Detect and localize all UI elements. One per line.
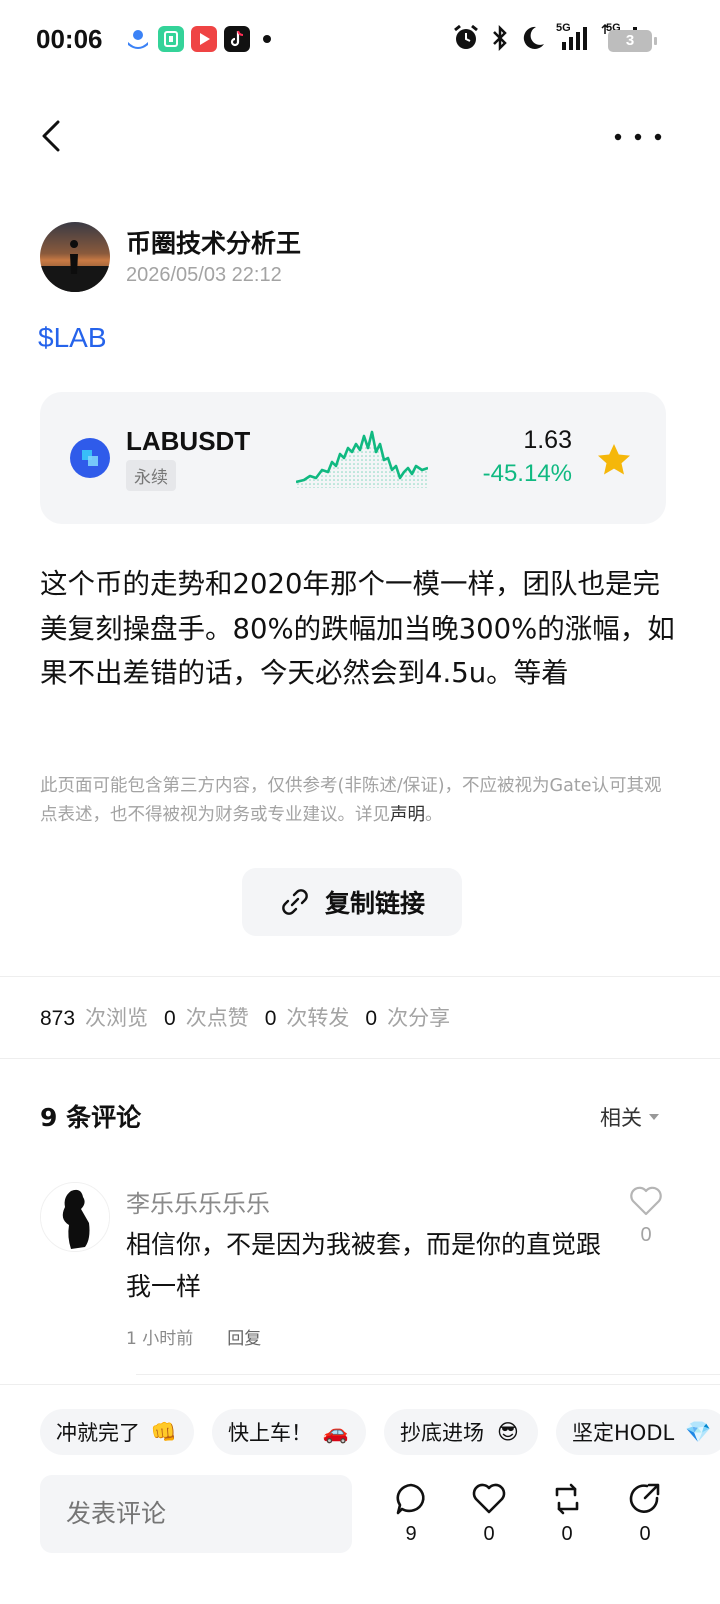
car-emoji-icon: 🚗: [322, 1419, 350, 1444]
post-coin-tag[interactable]: $LAB: [38, 322, 107, 354]
repost-action-button[interactable]: 0: [542, 1481, 592, 1546]
comments-sort-dropdown[interactable]: 相关: [600, 1102, 660, 1132]
shares-count: 0: [365, 1007, 378, 1030]
share-count: 0: [639, 1523, 651, 1545]
share-action-button[interactable]: 0: [620, 1481, 670, 1546]
like-count: 0: [483, 1523, 495, 1545]
notification-icons: [125, 26, 271, 52]
comments-title: 9 条评论: [40, 1103, 142, 1132]
bluetooth-icon: [493, 24, 507, 52]
tiktok-notification-icon: [224, 26, 250, 52]
quick-reply-chip[interactable]: 抄底进场 😎: [384, 1409, 538, 1455]
disclaimer-end: 。: [425, 805, 443, 825]
quick-reply-chips: 冲就完了 👊 快上车！ 🚗 抄底进场 😎 坚定HODL 💎: [40, 1409, 720, 1455]
comment-count: 9: [405, 1523, 417, 1545]
copy-link-button[interactable]: 复制链接: [242, 868, 462, 936]
alarm-icon: [454, 24, 478, 49]
link-icon: [282, 889, 308, 915]
author-avatar[interactable]: [40, 222, 110, 292]
back-button[interactable]: [36, 116, 76, 156]
network-type-label-1: 5G: [556, 22, 571, 34]
signal-5g-1: 5G: [556, 22, 590, 52]
heart-outline-icon: [630, 1186, 662, 1216]
ticker-type-badge: 永续: [126, 460, 176, 491]
ticker-card[interactable]: LABUSDT 永续 1.63 -45.14%: [40, 392, 666, 524]
price-sparkline: [296, 430, 428, 488]
comment-bubble-icon: [396, 1483, 425, 1515]
chip-label: 快上车！: [228, 1421, 312, 1445]
sunglasses-emoji-icon: 😎: [497, 1420, 519, 1444]
divider: [0, 1058, 720, 1059]
status-time: 00:06: [36, 24, 103, 54]
favorite-button[interactable]: [596, 442, 632, 478]
comment-text: 相信你，不是因为我被套，而是你的直觉跟我一样: [126, 1230, 602, 1301]
disclaimer-link[interactable]: 声明: [390, 805, 425, 825]
post-timestamp: 2026/05/03 22:12: [126, 264, 282, 286]
disclaimer: 此页面可能包含第三方内容，仅供参考(非陈述/保证)，不应被视为Gate认可其观点…: [40, 772, 676, 830]
coin-logo-icon: [70, 438, 110, 478]
likes-label: 次点赞: [185, 1006, 249, 1030]
comment-like-count: 0: [640, 1224, 652, 1246]
like-action-button[interactable]: 0: [464, 1481, 514, 1546]
battery-indicator: 3: [608, 30, 657, 52]
comment-action-button[interactable]: 9: [386, 1481, 436, 1546]
quick-reply-chip[interactable]: 冲就完了 👊: [40, 1409, 194, 1455]
views-label: 次浏览: [85, 1006, 149, 1030]
views-count: 873: [40, 1007, 76, 1030]
star-icon: [598, 444, 630, 475]
disclaimer-text: 此页面可能包含第三方内容，仅供参考(非陈述/保证)，不应被视为Gate认可其观点…: [40, 776, 662, 825]
reply-button[interactable]: 回复: [227, 1324, 261, 1349]
gem-emoji-icon: 💎: [685, 1419, 712, 1444]
ticker-price: 1.63: [523, 426, 572, 454]
chip-label: 冲就完了: [56, 1421, 140, 1445]
share-icon: [629, 1483, 660, 1513]
repost-count: 0: [561, 1523, 573, 1545]
status-bar: 00:06 5G 5G 3: [0, 0, 720, 80]
author-name[interactable]: 币圈技术分析王: [126, 224, 301, 260]
divider: [0, 976, 720, 977]
post-stats: 873 次浏览 0 次点赞 0 次转发 0 次分享: [40, 1002, 466, 1032]
quick-reply-chip[interactable]: 坚定HODL 💎: [556, 1409, 720, 1455]
chevron-left-icon: [42, 120, 60, 152]
chip-label: 坚定HODL: [572, 1421, 675, 1445]
heart-outline-icon: [472, 1483, 506, 1514]
divider: [136, 1374, 720, 1375]
comment-like-button[interactable]: 0: [628, 1186, 664, 1247]
likes-count: 0: [164, 1007, 176, 1030]
ticker-symbol: LABUSDT: [126, 426, 251, 456]
fist-emoji-icon: 👊: [150, 1419, 178, 1444]
more-notifications-dot: [263, 35, 271, 43]
nav-bar: [0, 100, 720, 172]
repost-icon: [555, 1483, 579, 1515]
more-options-button[interactable]: [612, 122, 664, 152]
sort-label: 相关: [600, 1106, 642, 1130]
caret-down-icon: [649, 1114, 659, 1120]
shares-label: 次分享: [387, 1006, 451, 1030]
comment-input[interactable]: [40, 1475, 352, 1553]
reposts-count: 0: [264, 1007, 277, 1030]
wallet-notification-icon: [158, 26, 184, 52]
reposts-label: 次转发: [286, 1006, 350, 1030]
ticker-change: -45.14%: [482, 460, 572, 487]
comment-meta: 1 小时前 回复: [126, 1324, 261, 1349]
commenter-avatar[interactable]: [40, 1182, 110, 1252]
more-dots-icon: [614, 133, 662, 141]
chip-label: 抄底进场: [400, 1421, 484, 1445]
copy-link-label: 复制链接: [324, 889, 425, 918]
post-body: 这个币的走势和2020年那个一模一样，团队也是完美复刻操盘手。80%的跌幅加当晚…: [40, 568, 675, 689]
comment-time: 1 小时前: [126, 1329, 194, 1349]
quick-reply-chip[interactable]: 快上车！ 🚗: [212, 1409, 366, 1455]
bottom-comment-bar: 冲就完了 👊 快上车！ 🚗 抄底进场 😎 坚定HODL 💎 9 0 0 0: [0, 1384, 720, 1604]
dnd-moon-icon: [523, 26, 544, 49]
video-notification-icon: [191, 26, 217, 52]
app-notification-icon: [125, 26, 151, 52]
commenter-name[interactable]: 李乐乐乐乐乐: [126, 1184, 270, 1219]
